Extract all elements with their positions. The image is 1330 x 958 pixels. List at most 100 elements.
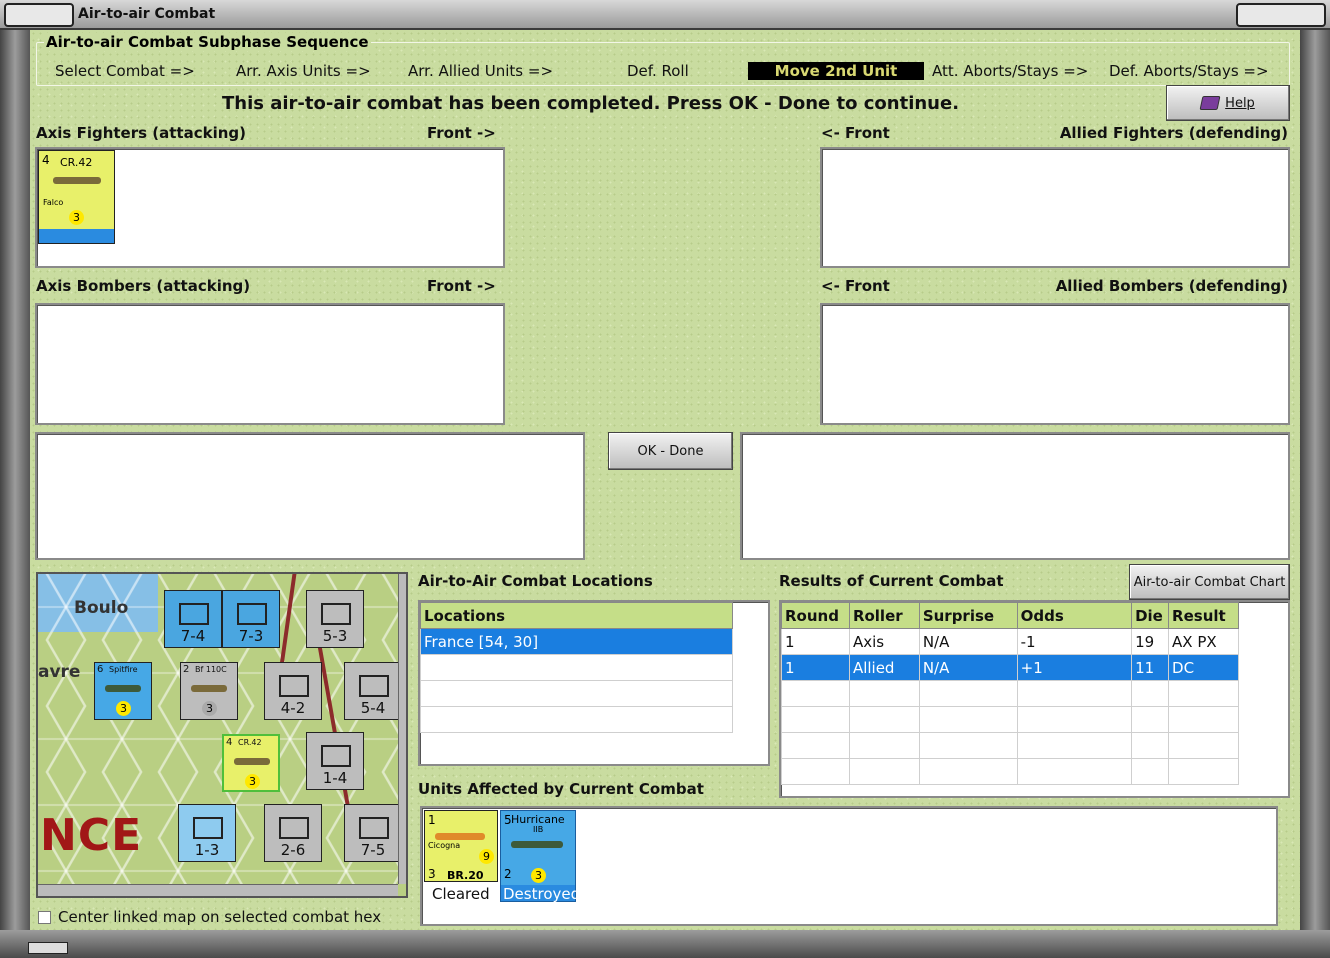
results-title: Results of Current Combat <box>779 572 1004 590</box>
map-unit-counter[interactable]: 1-3 <box>178 804 236 862</box>
map-unit-counter[interactable]: 7-3 <box>222 590 280 648</box>
allied-fighters-front: <- Front <box>821 124 890 142</box>
units-affected-title: Units Affected by Current Combat <box>418 780 704 798</box>
window-title: Air-to-air Combat <box>78 6 216 22</box>
map-city-havre: avre <box>38 662 81 682</box>
map-city-boulogne: Boulo <box>74 598 129 618</box>
help-button[interactable]: Help <box>1166 85 1290 121</box>
table-row[interactable]: 1 Axis N/A -1 19 AX PX <box>781 628 1239 655</box>
center-map-checkbox-label: Center linked map on selected combat hex <box>58 908 382 926</box>
results-header-result: Result <box>1168 602 1239 629</box>
counter-coin: 3 <box>69 210 84 225</box>
bottom-border <box>0 930 1330 958</box>
axis-bombers-label: Axis Bombers (attacking) <box>36 277 251 295</box>
ok-done-label: OK - Done <box>637 443 704 459</box>
allied-fighters-label: Allied Fighters (defending) <box>1059 124 1288 142</box>
axis-bombers-box[interactable] <box>35 303 505 425</box>
linked-map[interactable]: Boulo avre NCE 7-4 7-3 5-3 4-2 5-4 1-4 1… <box>36 572 408 898</box>
title-bar: Air-to-air Combat <box>0 0 1330 30</box>
cell-round: 1 <box>781 628 850 655</box>
results-table[interactable]: Round Roller Surprise Odds Die Result 1 … <box>781 602 1239 785</box>
cell-die: 19 <box>1131 628 1170 655</box>
center-map-checkbox[interactable] <box>38 911 51 924</box>
window-menu-button[interactable] <box>4 3 74 27</box>
map-air-counter-cr42[interactable]: 4 CR.42 3 <box>222 734 280 792</box>
table-row[interactable]: France [54, 30] <box>420 628 733 655</box>
locations-title: Air-to-Air Combat Locations <box>418 572 653 590</box>
bf110-plane-icon <box>191 685 227 692</box>
map-unit-counter[interactable]: 7-4 <box>164 590 222 648</box>
axis-fighter-counter[interactable]: 4 CR.42 Falco 3 <box>38 150 115 244</box>
axis-fighters-front: Front -> <box>427 124 496 142</box>
table-row[interactable] <box>781 732 1239 759</box>
units-affected-panel: 1 Cicogna 9 3 BR.20 Cleared 5 Hurricane … <box>420 806 1278 926</box>
step-def-aborts: Def. Aborts/Stays => <box>1109 62 1269 80</box>
axis-info-box <box>35 432 585 560</box>
table-row[interactable] <box>420 680 733 707</box>
counter-name: CR.42 <box>60 156 93 169</box>
table-row[interactable] <box>781 706 1239 733</box>
right-border <box>1300 30 1330 930</box>
map-unit-counter[interactable]: 1-4 <box>306 732 364 790</box>
counter-subname: Falco <box>43 198 64 207</box>
map-air-counter-spitfire[interactable]: 6 Spitfire 3 <box>94 662 152 720</box>
cell-result: AX PX <box>1168 628 1239 655</box>
counter-strength: 4 <box>42 153 50 167</box>
table-row[interactable] <box>420 706 733 733</box>
cell-die: 11 <box>1131 654 1170 681</box>
help-button-label: Help <box>1225 95 1255 111</box>
map-air-counter-bf110[interactable]: 2 Bf 110C 3 <box>180 662 238 720</box>
air-combat-chart-button[interactable]: Air-to-air Combat Chart <box>1129 564 1290 600</box>
unit-status-cleared: Cleared <box>432 885 490 903</box>
resize-grip[interactable] <box>28 942 68 954</box>
map-country-label: NCE <box>40 810 143 861</box>
cell-result: DC <box>1168 654 1239 681</box>
location-cell[interactable]: France [54, 30] <box>420 628 733 655</box>
table-row[interactable]: 1 Allied N/A +1 11 DC <box>781 654 1239 681</box>
map-horizontal-scrollbar[interactable] <box>38 884 398 896</box>
cell-surprise: N/A <box>918 654 1018 681</box>
axis-fighters-box[interactable]: 4 CR.42 Falco 3 <box>35 147 505 268</box>
allied-bombers-label: Allied Bombers (defending) <box>1055 277 1288 295</box>
allied-fighters-box[interactable] <box>820 147 1290 268</box>
map-unit-counter[interactable]: 2-6 <box>264 804 322 862</box>
locations-table[interactable]: Locations France [54, 30] <box>420 602 733 733</box>
help-book-icon <box>1199 96 1221 110</box>
step-move-2nd-unit-active: Move 2nd Unit <box>748 62 924 80</box>
map-unit-counter[interactable]: 4-2 <box>264 662 322 720</box>
spitfire-plane-icon <box>105 685 141 692</box>
cell-roller: Axis <box>848 628 920 655</box>
results-header-odds: Odds <box>1016 602 1133 629</box>
map-unit-counter[interactable]: 5-3 <box>306 590 364 648</box>
fighter-plane-icon <box>53 177 101 184</box>
step-select-combat: Select Combat => <box>55 62 195 80</box>
step-att-aborts: Att. Aborts/Stays => <box>932 62 1089 80</box>
status-message: This air-to-air combat has been complete… <box>222 93 960 114</box>
cell-round: 1 <box>781 654 850 681</box>
window-frame: Air-to-air Combat Air-to-air Combat Subp… <box>0 0 1330 958</box>
table-row[interactable] <box>420 654 733 681</box>
ok-done-button[interactable]: OK - Done <box>608 432 733 470</box>
table-row[interactable] <box>781 680 1239 707</box>
window-controls-button[interactable] <box>1236 3 1326 27</box>
table-row[interactable] <box>781 758 1239 785</box>
step-def-roll: Def. Roll <box>627 62 689 80</box>
axis-fighters-label: Axis Fighters (attacking) <box>36 124 246 142</box>
map-vertical-scrollbar[interactable] <box>398 574 406 884</box>
air-combat-chart-label: Air-to-air Combat Chart <box>1133 574 1286 590</box>
results-header-round: Round <box>781 602 850 629</box>
unit-counter-br20[interactable]: 1 Cicogna 9 3 BR.20 <box>424 810 498 882</box>
map-unit-counter[interactable]: 5-4 <box>344 662 402 720</box>
cell-surprise: N/A <box>918 628 1018 655</box>
hurricane-plane-icon <box>511 841 563 848</box>
left-border <box>0 30 30 930</box>
results-header-die: Die <box>1131 602 1170 629</box>
sequence-title: Air-to-air Combat Subphase Sequence <box>44 33 371 51</box>
results-header-roller: Roller <box>848 602 920 629</box>
map-unit-counter[interactable]: 7-5 <box>344 804 402 862</box>
cell-odds: +1 <box>1016 654 1133 681</box>
allied-info-box <box>740 432 1290 560</box>
allied-bombers-box[interactable] <box>820 303 1290 425</box>
allied-bombers-front: <- Front <box>821 277 890 295</box>
dialog-content: Air-to-air Combat Subphase Sequence Sele… <box>30 30 1300 930</box>
